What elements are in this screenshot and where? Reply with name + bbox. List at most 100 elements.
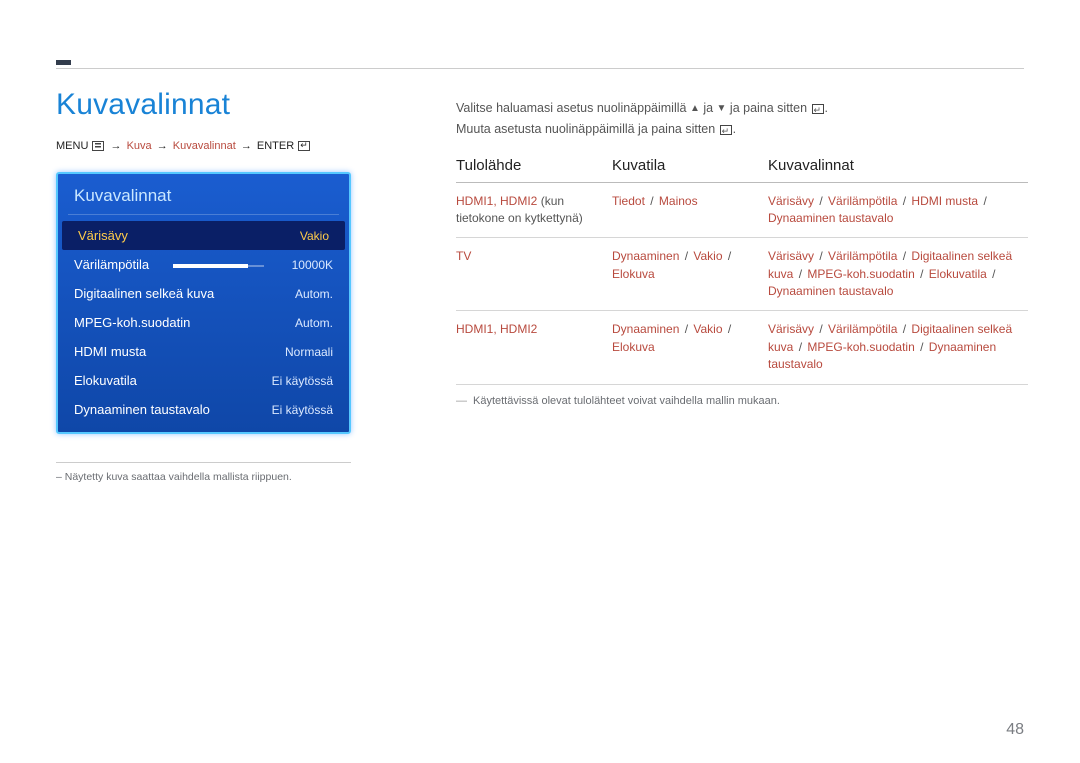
option-value: Vakio — [693, 322, 722, 336]
osd-panel: Kuvavalinnat VärisävyVakio Värilämpötila 1… — [56, 172, 351, 434]
osd-menu-value: 10000K — [277, 258, 333, 272]
option-value: Värilämpötila — [828, 249, 897, 263]
osd-menu-value: Ei käytössä — [272, 403, 333, 417]
option-text: / — [899, 194, 909, 208]
osd-panel-divider — [68, 214, 339, 215]
left-note-divider — [56, 462, 351, 463]
table-row: HDMI1, HDMI2 (kun tietokone on kytkettyn… — [456, 182, 1028, 238]
option-value: MPEG-koh.suodatin — [807, 340, 914, 354]
enter-icon — [720, 125, 732, 135]
option-value: Värisävy — [768, 322, 814, 336]
menu-icon — [92, 141, 104, 151]
osd-menu-value: Autom. — [295, 316, 333, 330]
option-text: / — [917, 340, 927, 354]
option-value: Värilämpötila — [828, 322, 897, 336]
col-header-mode: Kuvatila — [612, 157, 768, 183]
osd-menu-value: Ei käytössä — [272, 374, 333, 388]
option-value: HDMI1 — [456, 322, 493, 336]
option-text: / — [816, 194, 826, 208]
option-text: / — [816, 322, 826, 336]
col-header-source: Tulolähde — [456, 157, 612, 183]
option-value: Dynaaminen taustavalo — [768, 284, 893, 298]
table-row: TVDynaaminen / Vakio / ElokuvaVärisävy /… — [456, 238, 1028, 311]
option-text: / — [795, 340, 805, 354]
osd-menu-item[interactable]: Elokuvatila Ei käytössä — [58, 366, 349, 395]
option-text: / — [899, 249, 909, 263]
table-cell: TV — [456, 238, 612, 311]
osd-menu-label: Elokuvatila — [74, 373, 137, 388]
breadcrumb-part-0: Kuva — [127, 140, 152, 152]
option-text: / — [647, 194, 657, 208]
option-value: Elokuva — [612, 340, 655, 354]
option-value: , — [493, 322, 500, 336]
instr-frag: Valitse haluamasi asetus nuolinäppäimill… — [456, 101, 690, 115]
instruction-text: Valitse haluamasi asetus nuolinäppäimill… — [456, 98, 1028, 141]
osd-menu-item[interactable]: Värilämpötila 10000K — [58, 250, 349, 279]
option-value: Dynaaminen — [612, 249, 679, 263]
table-cell: Dynaaminen / Vakio / Elokuva — [612, 311, 768, 384]
page-title: Kuvavalinnat — [56, 88, 386, 122]
option-text: / — [816, 249, 826, 263]
option-value: Elokuvatila — [929, 267, 987, 281]
table-cell: Värisävy / Värilämpötila / HDMI musta / … — [768, 182, 1028, 238]
page-number: 48 — [1006, 721, 1024, 739]
option-value: HDMI1 — [456, 194, 493, 208]
dash-icon: ― — [456, 395, 467, 407]
option-value: HDMI2 — [500, 322, 537, 336]
osd-menu-label: Dynaaminen taustavalo — [74, 402, 210, 417]
instr-frag: ja — [700, 101, 717, 115]
osd-menu-item[interactable]: MPEG-koh.suodatin Autom. — [58, 308, 349, 337]
breadcrumb-pre: MENU — [56, 140, 88, 152]
instr-frag: Muuta asetusta nuolinäppäimillä ja paina… — [456, 122, 719, 136]
option-value: Värisävy — [768, 249, 814, 263]
left-note: – Näytetty kuva saattaa vaihdella mallis… — [56, 471, 386, 483]
option-value: , — [493, 194, 500, 208]
option-text: / — [725, 322, 732, 336]
option-text: / — [681, 249, 691, 263]
option-text: / — [681, 322, 691, 336]
osd-menu-item[interactable]: HDMI mustaNormaali — [58, 337, 349, 366]
osd-menu-value: Vakio — [300, 229, 329, 243]
breadcrumb-post: ENTER — [257, 140, 294, 152]
slider-fill — [173, 264, 248, 268]
instr-frag: ja paina sitten — [726, 101, 810, 115]
foot-note-text: Käytettävissä olevat tulolähteet voivat … — [473, 395, 780, 407]
table-foot-note: ― Käytettävissä olevat tulolähteet voivat… — [456, 395, 1028, 407]
option-text: / — [795, 267, 805, 281]
option-text: / — [989, 267, 996, 281]
osd-panel-title: Kuvavalinnat — [58, 174, 349, 214]
breadcrumb-part-1: Kuvavalinnat — [173, 140, 236, 152]
table-cell: Värisävy / Värilämpötila / Digitaalinen … — [768, 311, 1028, 384]
breadcrumb: MENU → Kuva → Kuvavalinnat → ENTER — [56, 140, 386, 152]
table-row: HDMI1, HDMI2Dynaaminen / Vakio / Elokuva… — [456, 311, 1028, 384]
option-text: / — [980, 194, 987, 208]
option-value: HDMI musta — [911, 194, 978, 208]
option-value: Vakio — [693, 249, 722, 263]
osd-menu-item[interactable]: VärisävyVakio — [62, 221, 345, 250]
option-text: / — [899, 322, 909, 336]
osd-menu-value: Autom. — [295, 287, 333, 301]
osd-menu-item[interactable]: Digitaalinen selkeä kuvaAutom. — [58, 279, 349, 308]
osd-menu-item[interactable]: Dynaaminen taustavalo Ei käytössä — [58, 395, 349, 424]
option-value: MPEG-koh.suodatin — [807, 267, 914, 281]
enter-icon — [812, 104, 824, 114]
osd-menu-label: MPEG-koh.suodatin — [74, 315, 190, 330]
osd-menu-label: Värilämpötila — [74, 257, 149, 272]
option-value: Dynaaminen — [612, 322, 679, 336]
settings-table: Tulolähde Kuvatila Kuvavalinnat HDMI1, H… — [456, 157, 1028, 385]
enter-icon — [298, 141, 310, 151]
table-cell: HDMI1, HDMI2 — [456, 311, 612, 384]
option-value: Elokuva — [612, 267, 655, 281]
col-header-options: Kuvavalinnat — [768, 157, 1028, 183]
slider-track[interactable] — [173, 265, 264, 267]
table-cell: Dynaaminen / Vakio / Elokuva — [612, 238, 768, 311]
option-value: Tiedot — [612, 194, 645, 208]
osd-menu-label: HDMI musta — [74, 344, 146, 359]
option-value: Värilämpötila — [828, 194, 897, 208]
table-cell: Värisävy / Värilämpötila / Digitaalinen … — [768, 238, 1028, 311]
up-arrow-icon: ▲ — [690, 100, 700, 117]
table-cell: Tiedot / Mainos — [612, 182, 768, 238]
table-cell: HDMI1, HDMI2 (kun tietokone on kytkettyn… — [456, 182, 612, 238]
option-value: TV — [456, 249, 471, 263]
down-arrow-icon: ▼ — [717, 100, 727, 117]
